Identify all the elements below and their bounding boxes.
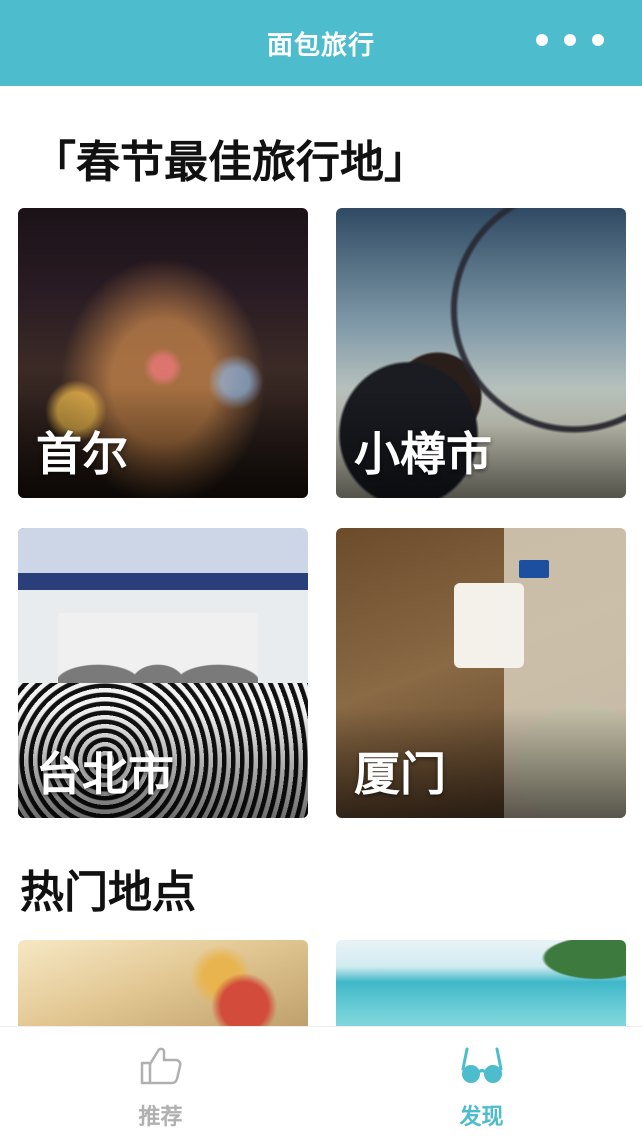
more-dot — [564, 34, 576, 46]
more-dot — [592, 34, 604, 46]
tab-label: 推荐 — [138, 1105, 183, 1130]
destination-label: 小樽市 — [354, 427, 492, 481]
destination-card-taipei[interactable]: 台北市 — [18, 528, 308, 818]
tab-recommend[interactable]: 推荐 — [0, 1027, 321, 1142]
nav-bar: 面包旅行 — [0, 0, 642, 86]
popular-section-title: 热门地点 — [20, 867, 196, 918]
destination-card-otaru[interactable]: 小樽市 — [336, 208, 626, 498]
main-content[interactable]: 「春节最佳旅行地」 首尔 小樽市 台北市 厦门 热门地点 — [0, 86, 642, 1026]
thumbs-up-icon — [140, 1047, 181, 1085]
destination-label: 首尔 — [36, 427, 128, 481]
destination-label: 台北市 — [36, 747, 174, 801]
tab-label: 发现 — [459, 1105, 504, 1130]
popular-place-card[interactable] — [18, 940, 308, 1026]
popular-place-card[interactable] — [336, 940, 626, 1026]
more-dot — [536, 34, 548, 46]
page-title: 面包旅行 — [266, 30, 375, 61]
destination-label: 厦门 — [354, 747, 446, 801]
tab-bar: 推荐 发现 — [0, 1026, 642, 1142]
destination-card-seoul[interactable]: 首尔 — [18, 208, 308, 498]
glasses-icon — [461, 1047, 502, 1083]
featured-section-title: 「春节最佳旅行地」 — [32, 137, 428, 188]
tab-discover[interactable]: 发现 — [321, 1027, 642, 1142]
destination-card-xiamen[interactable]: 厦门 — [336, 528, 626, 818]
ellipsis-icon[interactable] — [536, 34, 604, 46]
